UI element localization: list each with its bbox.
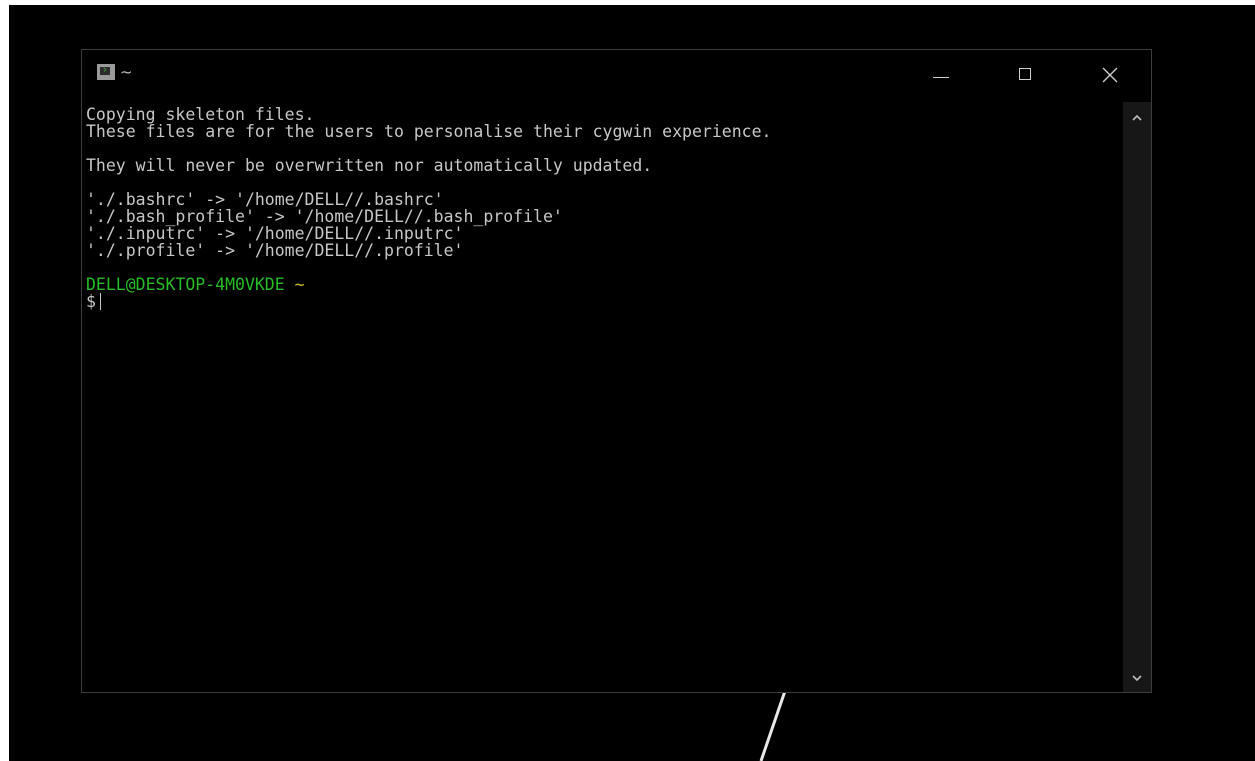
input-line[interactable]: $: [86, 293, 1122, 310]
terminal-line: They will never be overwritten nor autom…: [86, 156, 653, 175]
close-button[interactable]: [1088, 58, 1132, 88]
minimize-icon: [933, 77, 949, 78]
vertical-scrollbar[interactable]: [1123, 102, 1151, 692]
terminal-line: './.profile' -> '/home/DELL//.profile': [86, 241, 464, 260]
terminal-line: './.inputrc' -> '/home/DELL//.inputrc': [86, 224, 464, 243]
terminal-window[interactable]: ~ Copying skeleton files. These files ar…: [81, 49, 1152, 693]
minimize-button[interactable]: [920, 58, 964, 88]
window-title: ~: [120, 63, 133, 81]
maximize-icon: [1019, 68, 1031, 80]
terminal-line: './.bashrc' -> '/home/DELL//.bashrc': [86, 190, 444, 209]
prompt-line: DELL@DESKTOP-4M0VKDE ~: [86, 276, 1122, 293]
terminal-line: './.bash_profile' -> '/home/DELL//.bash_…: [86, 207, 563, 226]
prompt-path: ~: [294, 275, 305, 294]
close-icon: [1102, 67, 1118, 83]
prompt-host: DELL@DESKTOP-4M0VKDE: [86, 275, 285, 294]
scroll-up-button[interactable]: [1123, 106, 1151, 130]
maximize-button[interactable]: [1004, 58, 1048, 88]
terminal-icon[interactable]: [97, 64, 115, 80]
text-cursor: [99, 293, 101, 310]
desktop-background: ~ Copying skeleton files. These files ar…: [9, 5, 1255, 761]
chevron-up-icon: [1132, 114, 1142, 121]
scroll-down-button[interactable]: [1123, 666, 1151, 690]
terminal-line: These files are for the users to persona…: [86, 122, 772, 141]
title-bar[interactable]: ~: [82, 50, 1151, 102]
prompt-symbol: $: [86, 292, 96, 311]
chevron-down-icon: [1132, 675, 1142, 682]
terminal-line: Copying skeleton files.: [86, 105, 315, 124]
terminal-output[interactable]: Copying skeleton files. These files are …: [82, 102, 1122, 692]
